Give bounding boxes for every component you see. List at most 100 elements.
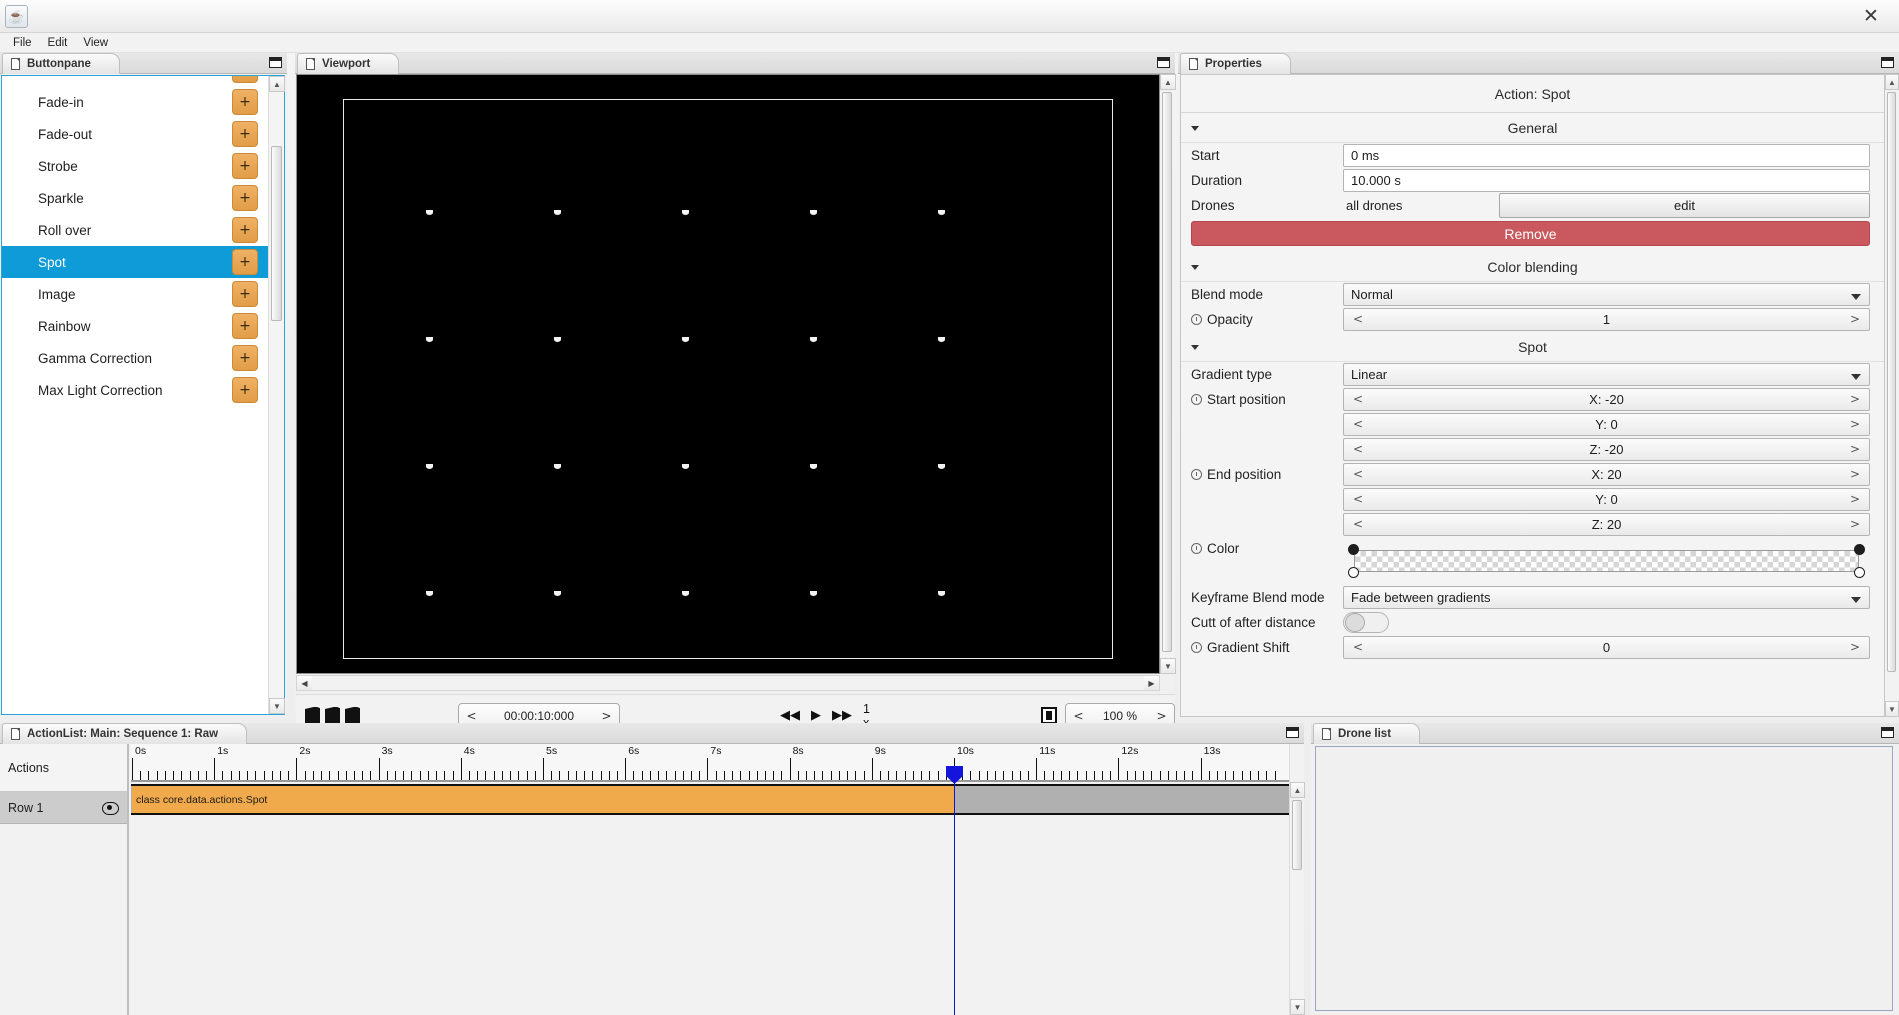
drone-marker[interactable] bbox=[554, 210, 561, 215]
action-type-item-max-light-correction[interactable]: Max Light Correction + bbox=[2, 374, 268, 406]
keyframe-clock-icon[interactable] bbox=[1191, 469, 1202, 480]
zoom-next-button[interactable]: > bbox=[1149, 709, 1174, 723]
actionlist-timeline[interactable]: 0s 1s 2s 3s 4s 5s 6s 7s 8s 9s 10s 11s 12s 13s class c… bbox=[131, 744, 1289, 1015]
timeline-row-1[interactable]: Row 1 bbox=[0, 792, 127, 824]
remove-action-button[interactable]: Remove bbox=[1191, 221, 1870, 246]
scroll-up-icon[interactable]: ▲ bbox=[1160, 74, 1176, 90]
drone-marker[interactable] bbox=[426, 210, 433, 215]
add-action-button[interactable]: + bbox=[232, 249, 258, 275]
decrement-button[interactable]: < bbox=[1353, 312, 1363, 326]
blend-mode-select[interactable]: Normal bbox=[1343, 283, 1870, 306]
increment-button[interactable]: > bbox=[1850, 640, 1860, 654]
maximize-icon[interactable] bbox=[1157, 57, 1170, 68]
gradient-stop-1[interactable] bbox=[1348, 544, 1359, 555]
drone-marker[interactable] bbox=[554, 591, 561, 596]
dronelist-container[interactable] bbox=[1315, 746, 1893, 1011]
keyframe-clock-icon[interactable] bbox=[1191, 394, 1202, 405]
drone-marker[interactable] bbox=[426, 591, 433, 596]
z-20-spinner[interactable]: < Z: -20 > bbox=[1343, 438, 1870, 461]
scroll-up-icon[interactable]: ▲ bbox=[1290, 782, 1305, 798]
keyframe-clock-icon[interactable] bbox=[1191, 642, 1202, 653]
drone-marker[interactable] bbox=[810, 464, 817, 469]
gradient-bar[interactable] bbox=[1354, 550, 1859, 572]
menu-file[interactable]: File bbox=[5, 35, 40, 51]
play-icon[interactable]: ▶ bbox=[811, 708, 821, 723]
increment-button[interactable]: > bbox=[1850, 312, 1860, 326]
tab-dronelist[interactable]: Drone list bbox=[1313, 723, 1421, 744]
increment-button[interactable]: > bbox=[1850, 492, 1860, 506]
decrement-button[interactable]: < bbox=[1353, 492, 1363, 506]
drone-marker[interactable] bbox=[554, 337, 561, 342]
chevron-down-icon[interactable] bbox=[1851, 294, 1861, 300]
add-action-button[interactable]: + bbox=[232, 217, 258, 243]
scroll-down-icon[interactable]: ▼ bbox=[1885, 701, 1899, 717]
add-action-button[interactable]: + bbox=[232, 377, 258, 403]
scroll-right-icon[interactable]: ▶ bbox=[1144, 676, 1159, 690]
scroll-down-icon[interactable]: ▼ bbox=[1290, 999, 1305, 1015]
action-type-item-strobe[interactable]: Strobe + bbox=[2, 150, 268, 182]
collapse-triangle-icon[interactable] bbox=[1191, 126, 1199, 131]
collapse-triangle-icon[interactable] bbox=[1191, 345, 1199, 350]
increment-button[interactable]: > bbox=[1850, 517, 1860, 531]
tab-properties[interactable]: Properties bbox=[1180, 53, 1291, 74]
rewind-icon[interactable]: ◀◀ bbox=[780, 708, 800, 723]
add-action-button[interactable]: + bbox=[232, 281, 258, 307]
menu-edit[interactable]: Edit bbox=[40, 35, 76, 51]
z-20-spinner[interactable]: < Z: 20 > bbox=[1343, 513, 1870, 536]
eye-icon[interactable] bbox=[102, 802, 119, 815]
timeline-clip[interactable]: class core.data.actions.Spot bbox=[132, 786, 954, 813]
drone-marker[interactable] bbox=[682, 337, 689, 342]
scrollbar-thumb[interactable] bbox=[1292, 800, 1302, 870]
tab-viewport[interactable]: Viewport bbox=[297, 53, 400, 74]
y-0-spinner[interactable]: < Y: 0 > bbox=[1343, 488, 1870, 511]
scrollbar-thumb[interactable] bbox=[1887, 92, 1896, 672]
drone-marker[interactable] bbox=[426, 464, 433, 469]
keyframe-clock-icon[interactable] bbox=[1191, 543, 1202, 554]
action-type-item-color[interactable]: Color + bbox=[2, 76, 268, 86]
drone-marker[interactable] bbox=[810, 591, 817, 596]
tab-actionlist[interactable]: ActionList: Main: Sequence 1: Raw bbox=[2, 723, 248, 744]
action-type-item-fade-in[interactable]: Fade-in + bbox=[2, 86, 268, 118]
edit-drones-button[interactable]: edit bbox=[1499, 193, 1870, 218]
add-action-button[interactable]: + bbox=[232, 121, 258, 147]
time-next-button[interactable]: > bbox=[594, 709, 619, 723]
decrement-button[interactable]: < bbox=[1353, 467, 1363, 481]
add-action-button[interactable]: + bbox=[232, 89, 258, 115]
decrement-button[interactable]: < bbox=[1353, 442, 1363, 456]
opacity-spinner[interactable]: <1 > bbox=[1343, 308, 1870, 331]
action-type-item-roll-over[interactable]: Roll over + bbox=[2, 214, 268, 246]
maximize-icon[interactable] bbox=[269, 57, 282, 68]
drone-marker[interactable] bbox=[938, 210, 945, 215]
fast-forward-icon[interactable]: ▶▶ bbox=[832, 708, 852, 723]
add-action-button[interactable]: + bbox=[232, 76, 258, 83]
properties-vertical-scrollbar[interactable]: ▲ ▼ bbox=[1885, 74, 1899, 717]
scroll-down-icon[interactable]: ▼ bbox=[1160, 658, 1176, 674]
drone-marker[interactable] bbox=[938, 337, 945, 342]
maximize-icon[interactable] bbox=[1881, 57, 1894, 68]
drone-marker[interactable] bbox=[938, 464, 945, 469]
increment-button[interactable]: > bbox=[1850, 442, 1860, 456]
gradient-stop-2[interactable] bbox=[1854, 544, 1865, 555]
drone-marker[interactable] bbox=[554, 464, 561, 469]
gradient-shift-spinner[interactable]: <0 > bbox=[1343, 636, 1870, 659]
add-action-button[interactable]: + bbox=[232, 185, 258, 211]
collapse-triangle-icon[interactable] bbox=[1191, 265, 1199, 270]
increment-button[interactable]: > bbox=[1850, 467, 1860, 481]
gradient-stop-3[interactable] bbox=[1348, 567, 1359, 578]
viewport-vertical-scrollbar[interactable]: ▲ ▼ bbox=[1160, 74, 1176, 674]
cube-top-icon[interactable] bbox=[345, 706, 360, 725]
scroll-left-icon[interactable]: ◀ bbox=[297, 676, 312, 690]
keyframe-blend-mode-select[interactable]: Fade between gradients bbox=[1343, 586, 1870, 609]
end-position-spinner[interactable]: < X: 20 > bbox=[1343, 463, 1870, 486]
add-action-button[interactable]: + bbox=[232, 313, 258, 339]
decrement-button[interactable]: < bbox=[1353, 392, 1363, 406]
action-type-item-fade-out[interactable]: Fade-out + bbox=[2, 118, 268, 150]
y-0-spinner[interactable]: < Y: 0 > bbox=[1343, 413, 1870, 436]
chevron-down-icon[interactable] bbox=[1851, 374, 1861, 380]
add-action-button[interactable]: + bbox=[232, 345, 258, 371]
actionlist-vertical-scrollbar[interactable]: ▲ ▼ bbox=[1289, 744, 1305, 1015]
cutt-of-after-distance-toggle[interactable] bbox=[1343, 612, 1389, 633]
color-gradient-editor[interactable] bbox=[1343, 541, 1870, 581]
scrollbar-thumb[interactable] bbox=[1162, 92, 1172, 652]
time-prev-button[interactable]: < bbox=[459, 709, 484, 723]
